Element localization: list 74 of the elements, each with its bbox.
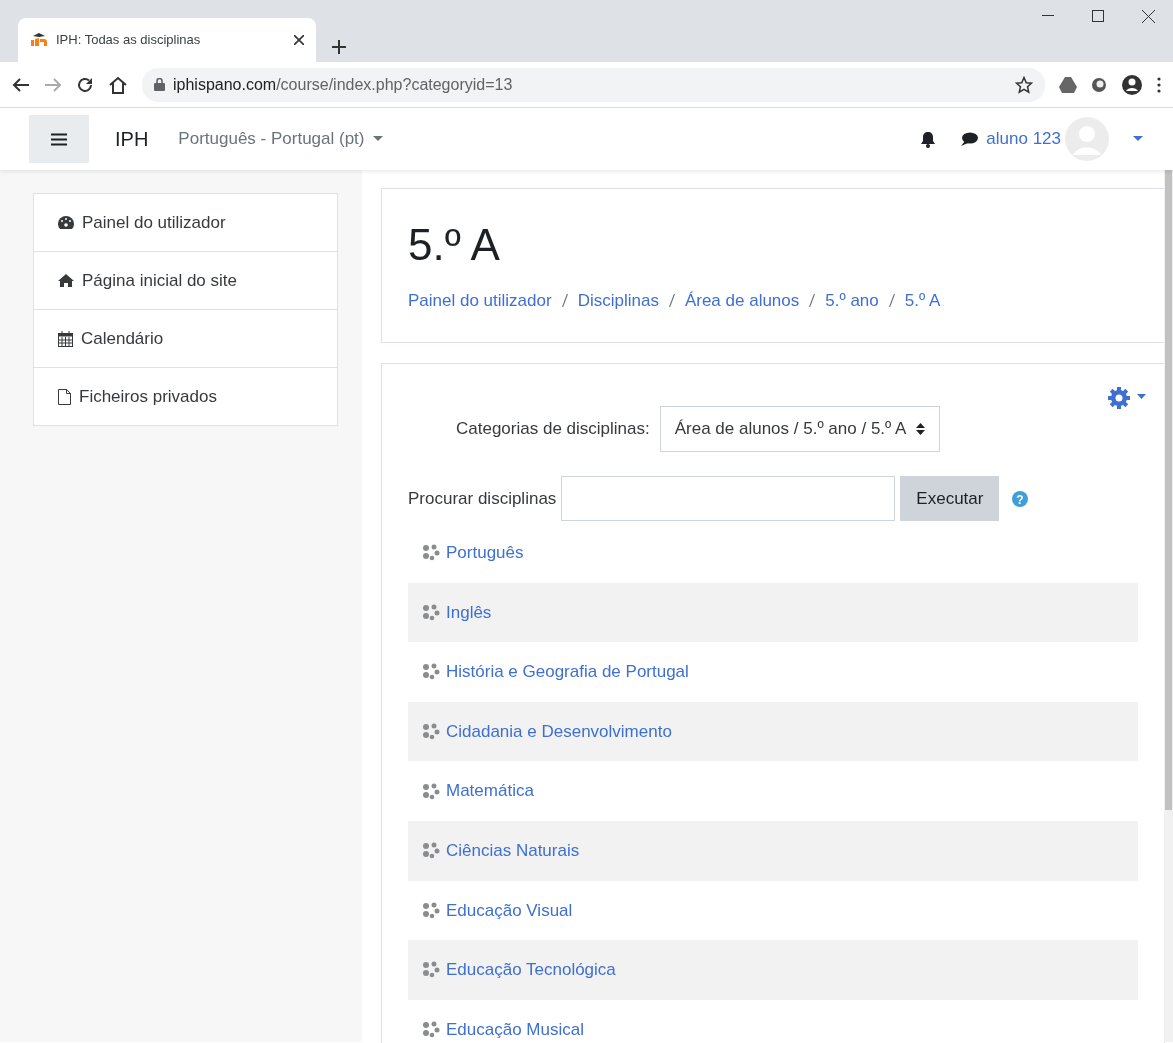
maximize-icon[interactable]	[1092, 10, 1104, 22]
course-icon	[422, 901, 440, 919]
course-link[interactable]: História e Geografia de Portugal	[446, 659, 689, 685]
extension-icon[interactable]	[1091, 76, 1107, 93]
course-link[interactable]: Cidadania e Desenvolvimento	[446, 718, 672, 745]
sidebar-item[interactable]: Ficheiros privados	[33, 367, 338, 426]
breadcrumb-link[interactable]: Painel do utilizador	[408, 287, 552, 314]
minimize-icon[interactable]	[1042, 15, 1054, 17]
course-link[interactable]: Educação Musical	[446, 1016, 584, 1043]
profile-icon[interactable]	[1121, 73, 1143, 96]
gear-icon[interactable]	[1107, 386, 1133, 412]
breadcrumb-link[interactable]: Disciplinas	[577, 287, 659, 314]
search-field[interactable]	[561, 476, 896, 521]
bell-icon[interactable]	[920, 130, 937, 148]
menu-button[interactable]	[29, 115, 89, 163]
url-text: iphispano.com/course/index.php?categoryid=13	[173, 74, 513, 95]
caret-icon[interactable]	[1133, 136, 1143, 142]
address-bar[interactable]: iphispano.com/course/index.php?categoryid=13	[142, 67, 1045, 102]
language-menu[interactable]: Português - Portugal (pt)	[178, 126, 365, 152]
course-icon	[422, 1021, 440, 1039]
close-icon[interactable]	[1141, 9, 1155, 23]
home-icon[interactable]	[108, 75, 128, 94]
dashboard-icon	[58, 216, 74, 229]
course-icon	[422, 663, 440, 681]
page-title: 5.º A	[408, 219, 501, 271]
tab-title: IPH: Todas as disciplinas	[56, 31, 201, 50]
file-icon	[58, 388, 71, 405]
search-button[interactable]: Executar	[900, 476, 1000, 521]
course-link[interactable]: Português	[446, 540, 524, 566]
sidebar-item[interactable]: Página inicial do site	[33, 251, 338, 310]
separator-icon	[561, 294, 568, 308]
browser-tab[interactable]: IPH: Todas as disciplinas	[18, 18, 316, 62]
course-icon	[422, 544, 440, 562]
sidebar-item[interactable]: Calendário	[33, 309, 338, 368]
new-tab-icon[interactable]	[332, 40, 346, 54]
lock-icon	[154, 78, 165, 91]
sidebar-item[interactable]: Painel do utilizador	[33, 193, 338, 252]
reload-icon[interactable]	[76, 75, 94, 94]
category-label: Categorias de disciplinas:	[456, 418, 650, 441]
search-label: Procurar disciplinas	[408, 487, 557, 510]
moodle-logo-icon	[30, 33, 48, 47]
course-icon	[422, 842, 440, 860]
chat-icon[interactable]	[960, 132, 979, 146]
course-link[interactable]: Educação Tecnológica	[446, 957, 616, 983]
drive-icon[interactable]	[1059, 76, 1077, 93]
star-icon[interactable]	[1015, 75, 1033, 94]
sort-icon	[916, 423, 926, 435]
category-select[interactable]: Área de alunos / 5.º ano / 5.º A	[659, 406, 941, 452]
breadcrumb-link[interactable]: 5.º A	[904, 287, 941, 314]
course-link[interactable]: Educação Visual	[446, 897, 573, 924]
separator-icon	[809, 294, 816, 308]
home-icon	[58, 274, 74, 287]
caret-icon[interactable]	[372, 136, 383, 142]
course-link[interactable]: Ciências Naturais	[446, 838, 580, 864]
site-name[interactable]: IPH	[115, 124, 149, 154]
course-icon	[422, 603, 440, 621]
menu-icon[interactable]	[1157, 76, 1161, 93]
separator-icon	[888, 294, 895, 308]
help-icon[interactable]: ?	[1012, 490, 1029, 507]
menu-icon	[51, 132, 67, 146]
course-icon	[422, 723, 440, 741]
breadcrumb-link[interactable]: 5.º ano	[825, 287, 879, 314]
close-tab-icon[interactable]	[294, 35, 304, 45]
course-icon	[422, 782, 440, 800]
separator-icon	[668, 294, 675, 308]
course-link[interactable]: Matemática	[446, 778, 534, 804]
calendar-icon	[58, 330, 73, 347]
scrollbar[interactable]	[1164, 170, 1173, 1042]
back-icon[interactable]	[12, 76, 30, 93]
user-name[interactable]: aluno 123	[986, 126, 1061, 152]
breadcrumb-link[interactable]: Área de alunos	[684, 287, 800, 314]
course-icon	[422, 961, 440, 979]
caret-icon[interactable]	[1137, 394, 1146, 399]
course-link[interactable]: Inglês	[446, 599, 492, 626]
